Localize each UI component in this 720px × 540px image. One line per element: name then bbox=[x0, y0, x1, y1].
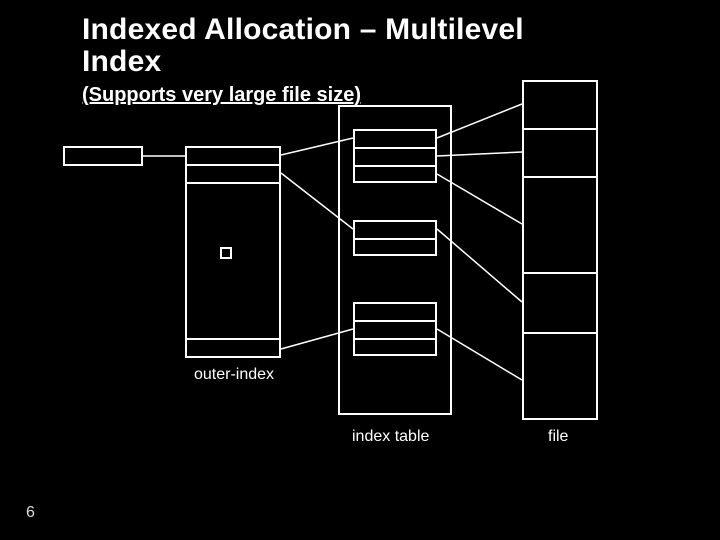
ellipsis-icon bbox=[220, 247, 232, 259]
index-table-label: index table bbox=[352, 428, 429, 446]
index-cell bbox=[355, 149, 435, 167]
slide-root: Indexed Allocation – Multilevel Index (S… bbox=[0, 0, 720, 540]
index-cell bbox=[355, 131, 435, 149]
title-line-2: Index bbox=[82, 45, 161, 78]
file-block bbox=[524, 274, 596, 334]
index-block-bottom bbox=[353, 302, 437, 356]
index-cell bbox=[355, 240, 435, 258]
title-line-1: Indexed Allocation – Multilevel bbox=[82, 13, 524, 46]
outer-index-box bbox=[185, 146, 281, 358]
index-cell bbox=[355, 340, 435, 358]
index-cell bbox=[355, 167, 435, 185]
outer-index-cell bbox=[187, 166, 279, 184]
file-block bbox=[524, 130, 596, 178]
outer-index-cell bbox=[187, 148, 279, 166]
outer-index-cell bbox=[187, 322, 279, 340]
index-block-top bbox=[353, 129, 437, 183]
slide-subtitle: (Supports very large file size) bbox=[82, 84, 361, 107]
index-cell bbox=[355, 322, 435, 340]
file-box bbox=[522, 80, 598, 420]
outer-index-label: outer-index bbox=[194, 366, 274, 384]
file-block bbox=[524, 178, 596, 274]
file-label: file bbox=[548, 428, 568, 446]
outer-index-gap bbox=[187, 184, 279, 322]
index-block-middle bbox=[353, 220, 437, 256]
outer-index-cell bbox=[187, 340, 279, 358]
slide-title: Indexed Allocation – Multilevel Index bbox=[82, 14, 524, 77]
root-pointer-box bbox=[63, 146, 143, 166]
page-number: 6 bbox=[26, 504, 35, 522]
index-cell bbox=[355, 222, 435, 240]
file-block bbox=[524, 82, 596, 130]
index-cell bbox=[355, 304, 435, 322]
